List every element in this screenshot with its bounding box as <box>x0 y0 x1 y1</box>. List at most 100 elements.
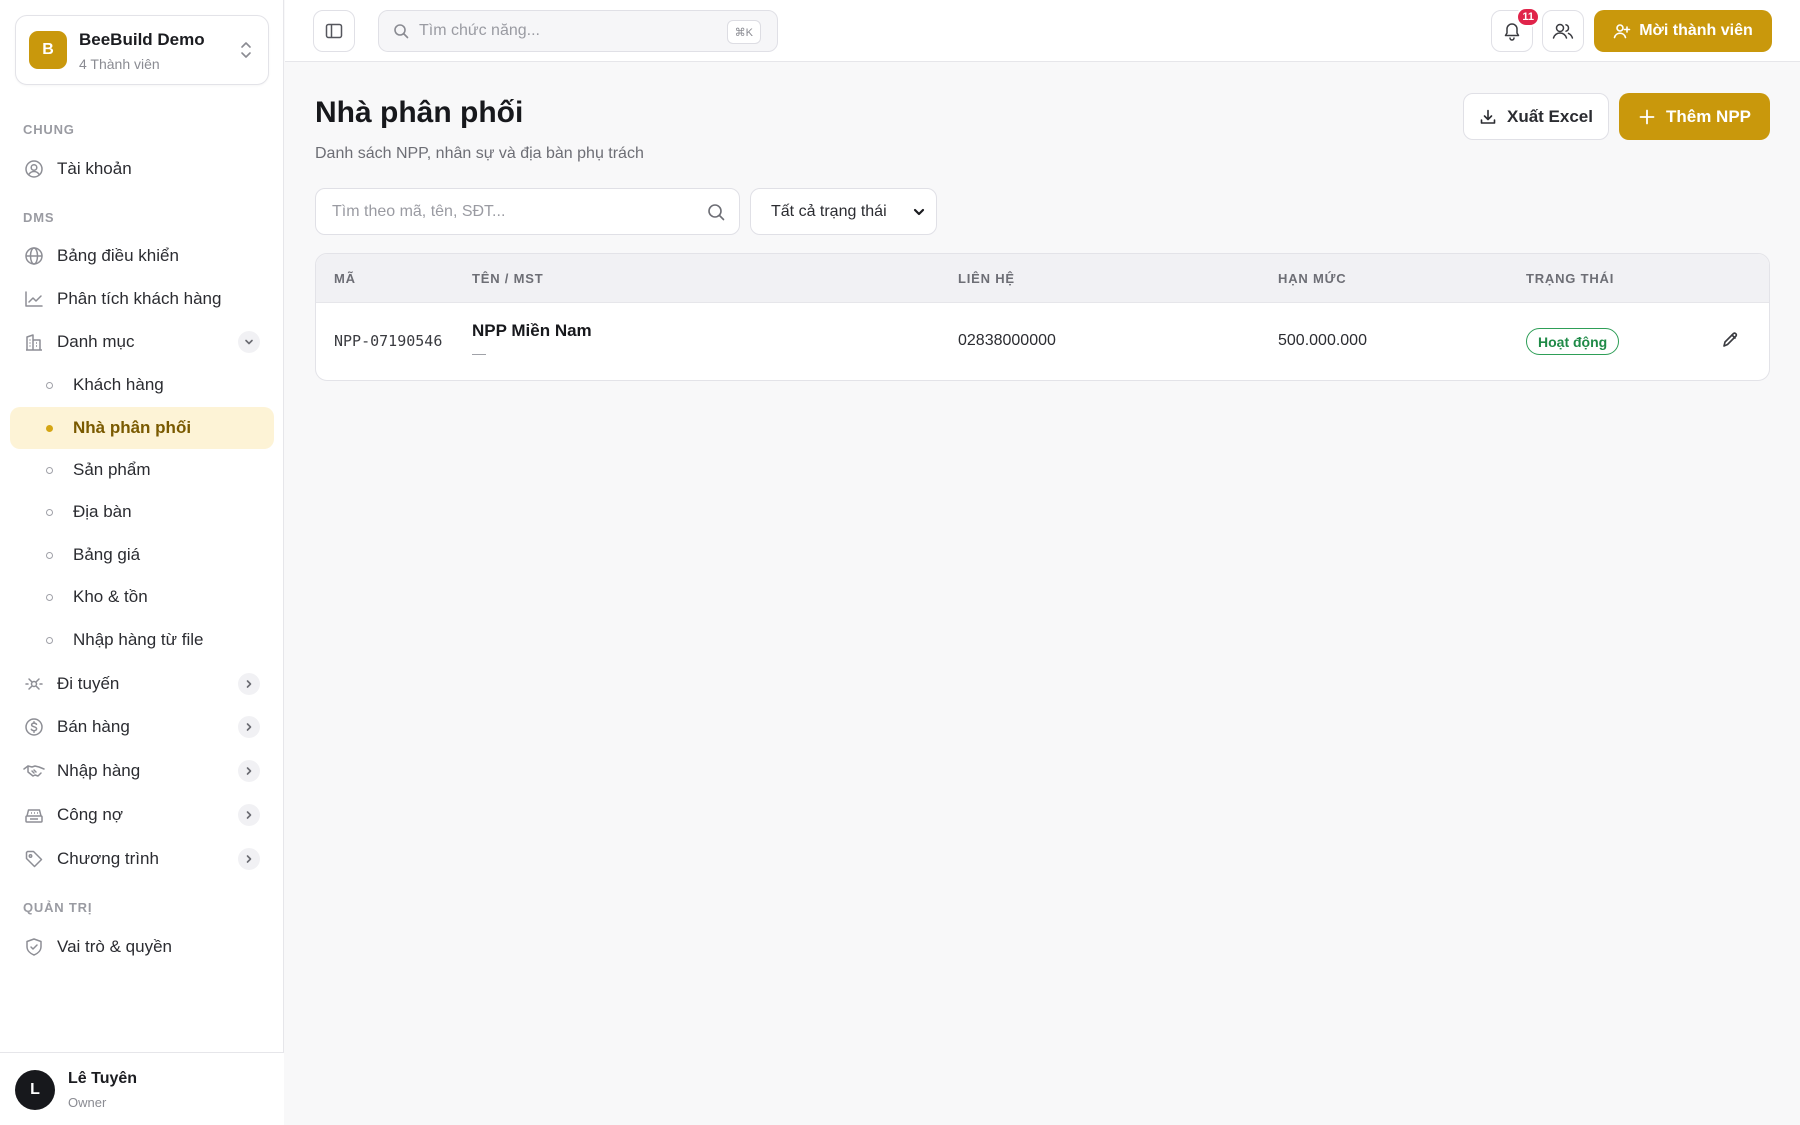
export-excel-button[interactable]: Xuất Excel <box>1463 93 1609 140</box>
sidebar-item-routing[interactable]: Đi tuyến <box>10 664 274 704</box>
sidebar-subitem-label: Nhập hàng từ file <box>73 630 204 649</box>
sidebar-item-programs[interactable]: Chương trình <box>10 839 274 879</box>
line-chart-icon <box>23 288 45 310</box>
users-icon <box>1552 21 1574 41</box>
sidebar-item-label: Nhập hàng <box>57 761 141 780</box>
add-distributor-button[interactable]: Thêm NPP <box>1619 93 1770 140</box>
chevron-down-icon[interactable] <box>238 331 260 353</box>
table-header: MÃ TÊN / MST LIÊN HỆ HẠN MỨC TRẠNG THÁI <box>316 254 1769 303</box>
status-filter-value: Tất cả trạng thái <box>771 202 887 220</box>
user-menu[interactable]: L Lê Tuyên Owner <box>0 1052 284 1125</box>
bullet-icon <box>46 551 53 559</box>
bullet-icon <box>46 466 53 474</box>
invite-member-button[interactable]: Mời thành viên <box>1594 10 1772 52</box>
sidebar-subitem-products[interactable]: Sản phẩm <box>10 449 274 491</box>
bullet-icon <box>46 636 53 644</box>
chevron-right-icon[interactable] <box>238 673 260 695</box>
globe-icon <box>23 245 45 267</box>
bullet-icon <box>46 381 53 389</box>
user-role: Owner <box>68 1095 107 1110</box>
column-header-contact[interactable]: LIÊN HỆ <box>958 271 1015 286</box>
sidebar-item-label: Công nợ <box>57 805 123 824</box>
edit-icon[interactable] <box>1721 331 1739 349</box>
sidebar-item-label: Danh mục <box>57 332 135 351</box>
org-member-count: 4 Thành viên <box>79 56 160 72</box>
sidebar-item-roles[interactable]: Vai trò & quyền <box>10 927 274 967</box>
shortcut-hint: ⌘K <box>726 20 761 44</box>
column-header-status[interactable]: TRẠNG THÁI <box>1526 271 1614 286</box>
user-circle-icon <box>23 158 45 180</box>
distributor-search[interactable] <box>315 188 740 235</box>
sidebar-item-purchasing[interactable]: Nhập hàng <box>10 751 274 791</box>
sidebar-subitem-label: Bảng giá <box>73 545 141 564</box>
avatar: L <box>15 1070 55 1110</box>
sidebar-item-sales[interactable]: Bán hàng <box>10 707 274 747</box>
team-button[interactable] <box>1542 10 1584 52</box>
distributors-table: MÃ TÊN / MST LIÊN HỆ HẠN MỨC TRẠNG THÁI … <box>315 253 1770 381</box>
cell-code: NPP-07190546 <box>334 332 443 350</box>
sidebar-item-dashboard[interactable]: Bảng điều khiển <box>10 236 274 276</box>
sidebar-subitem-label: Nhà phân phối <box>73 418 192 437</box>
sidebar-item-label: Tài khoản <box>57 159 132 178</box>
dollar-circle-icon <box>23 716 45 738</box>
sidebar-subitem-label: Sản phẩm <box>73 460 151 479</box>
column-header-code[interactable]: MÃ <box>334 271 356 286</box>
column-header-limit[interactable]: HẠN MỨC <box>1278 271 1346 286</box>
chevron-up-down-icon <box>238 40 254 60</box>
command-search-input[interactable] <box>419 22 719 40</box>
bullet-icon <box>46 424 53 432</box>
page-subtitle: Danh sách NPP, nhân sự và địa bàn phụ tr… <box>315 145 644 162</box>
export-excel-label: Xuất Excel <box>1507 106 1593 126</box>
tag-icon <box>23 848 45 870</box>
sidebar-item-label: Bảng điều khiển <box>57 246 179 265</box>
chevron-right-icon[interactable] <box>238 716 260 738</box>
status-filter-select[interactable]: Tất cả trạng thái <box>750 188 937 235</box>
page-title: Nhà phân phối <box>315 96 524 129</box>
search-icon <box>393 23 409 39</box>
section-label-chung: CHUNG <box>23 122 75 137</box>
satellite-icon <box>23 673 45 695</box>
search-icon <box>706 202 726 222</box>
status-badge: Hoạt động <box>1526 328 1620 355</box>
sidebar-subitem-territories[interactable]: Địa bàn <box>10 491 274 533</box>
sidebar-item-label: Vai trò & quyền <box>57 937 172 956</box>
distributor-search-input[interactable] <box>332 202 692 221</box>
sidebar-subitem-label: Địa bàn <box>73 502 132 521</box>
handshake-icon <box>23 760 45 782</box>
sidebar-item-label: Chương trình <box>57 849 159 868</box>
table-row[interactable]: NPP-07190546 NPP Miền Nam — 02838000000 … <box>316 303 1769 380</box>
cell-tax-id: — <box>472 345 486 361</box>
command-search[interactable]: ⌘K <box>378 10 778 52</box>
chevron-right-icon[interactable] <box>238 760 260 782</box>
sidebar-subitem-import-file[interactable]: Nhập hàng từ file <box>10 619 274 661</box>
sidebar-item-label: Đi tuyến <box>57 674 120 693</box>
download-icon <box>1479 108 1507 126</box>
chevron-down-icon <box>912 205 926 219</box>
section-label-admin: QUẢN TRỊ <box>23 900 93 915</box>
column-header-name[interactable]: TÊN / MST <box>472 271 543 286</box>
sidebar-panel-icon <box>324 21 344 41</box>
sidebar-subitem-inventory[interactable]: Kho & tồn <box>10 576 274 618</box>
chevron-right-icon[interactable] <box>238 804 260 826</box>
sidebar-subitem-distributors[interactable]: Nhà phân phối <box>10 407 274 449</box>
add-distributor-label: Thêm NPP <box>1665 106 1752 126</box>
sidebar-subitem-label: Kho & tồn <box>73 587 148 606</box>
sidebar-item-catalog[interactable]: Danh mục <box>10 322 274 362</box>
topbar: ⌘K 11 Mời thành viên <box>285 0 1800 62</box>
org-logo: B <box>29 31 67 69</box>
sidebar-item-account[interactable]: Tài khoản <box>10 149 274 189</box>
sidebar-item-debt[interactable]: Công nợ <box>10 795 274 835</box>
sidebar-subitem-price-lists[interactable]: Bảng giá <box>10 534 274 576</box>
sidebar-subitem-customers[interactable]: Khách hàng <box>10 364 274 406</box>
bullet-icon <box>46 593 53 601</box>
org-switcher[interactable]: B BeeBuild Demo 4 Thành viên <box>15 15 269 85</box>
notifications-button[interactable]: 11 <box>1491 7 1540 52</box>
chevron-right-icon[interactable] <box>238 848 260 870</box>
cell-name[interactable]: NPP Miền Nam <box>472 321 592 341</box>
building-icon <box>23 331 45 353</box>
bullet-icon <box>46 508 53 516</box>
user-name: Lê Tuyên <box>68 1070 138 1087</box>
sidebar-item-customer-analysis[interactable]: Phân tích khách hàng <box>10 279 274 319</box>
cell-credit-limit: 500.000.000 <box>1278 332 1367 349</box>
sidebar-toggle-button[interactable] <box>313 10 355 52</box>
